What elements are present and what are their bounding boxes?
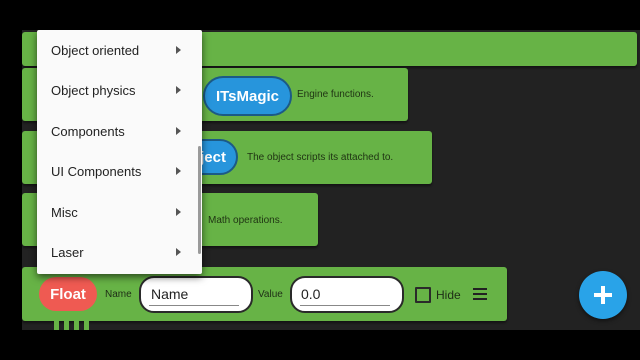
hide-label: Hide [436,288,461,302]
menu-item-label: Object physics [51,82,136,98]
chevron-right-icon [176,167,181,175]
menu-scrollbar[interactable] [198,146,201,254]
value-label: Value [258,289,283,300]
chevron-right-icon [176,127,181,135]
menu-item-label: Components [51,123,125,139]
name-label: Name [105,289,132,300]
category-dropdown-menu: Object oriented Object physics Component… [37,30,202,274]
math-description: Math operations. [208,215,283,226]
menu-item-object-oriented[interactable]: Object oriented [37,30,202,70]
itsmagic-pill[interactable]: ITsMagic [203,76,292,116]
menu-item-misc[interactable]: Misc [37,192,202,232]
menu-item-label: UI Components [51,163,142,179]
menu-item-label: Laser [51,244,84,260]
menu-item-laser[interactable]: Laser [37,232,202,272]
menu-item-components[interactable]: Components [37,111,202,151]
name-field[interactable]: Name [139,276,253,313]
value-field[interactable]: 0.0 [290,276,404,313]
chevron-right-icon [176,46,181,54]
chevron-right-icon [176,208,181,216]
connector-stub [54,319,59,330]
value-field-underline [300,305,390,306]
connector-stub [64,319,69,330]
chevron-right-icon [176,248,181,256]
menu-item-ui-components[interactable]: UI Components [37,151,202,191]
name-field-underline [149,305,239,306]
menu-icon[interactable] [473,288,487,300]
menu-item-object-physics[interactable]: Object physics [37,70,202,110]
connector-stub [74,319,79,330]
connector-stub [84,319,89,330]
name-field-value: Name [151,286,189,302]
hide-checkbox[interactable] [415,287,431,303]
object-description: The object scripts its attached to. [247,152,394,163]
value-field-value: 0.0 [301,286,321,302]
chevron-right-icon [176,86,181,94]
menu-item-label: Object oriented [51,42,140,58]
add-button[interactable] [579,271,627,319]
itsmagic-description: Engine functions. [297,89,374,100]
menu-item-label: Misc [51,204,78,220]
float-type-pill[interactable]: Float [39,277,97,311]
